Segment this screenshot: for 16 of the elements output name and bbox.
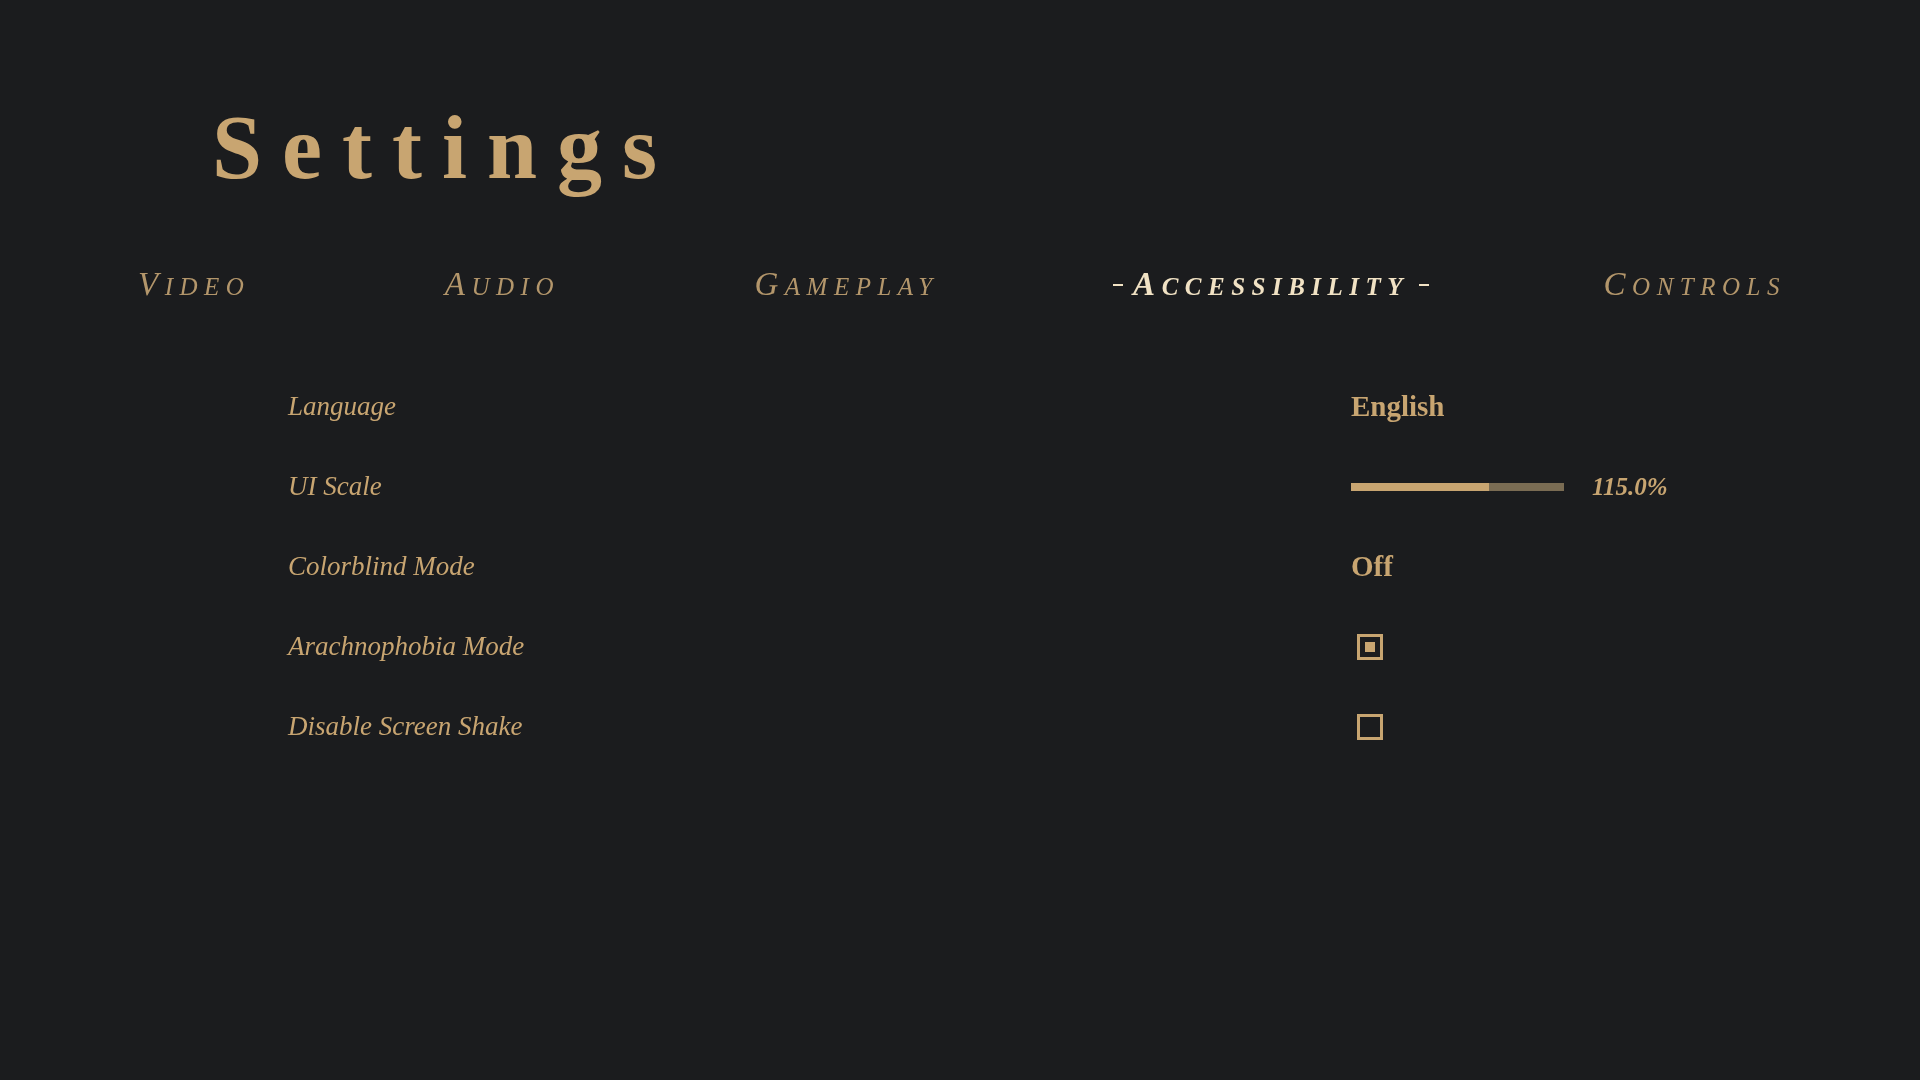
option-value[interactable]: English	[1351, 390, 1445, 424]
settings-tab[interactable]: VIDEO	[116, 261, 273, 309]
settings-tab[interactable]: AUDIO	[422, 261, 582, 309]
page-title: Settings	[212, 98, 678, 197]
setting-label: Colorblind Mode	[288, 551, 475, 583]
settings-tab[interactable]: CONTROLS	[1581, 261, 1808, 309]
setting-label: Language	[288, 391, 396, 423]
setting-label: UI Scale	[288, 471, 382, 503]
slider-track[interactable]	[1351, 482, 1564, 491]
slider-reading: 115.0%	[1592, 472, 1668, 501]
setting-label: Arachnophobia Mode	[288, 631, 525, 663]
checkbox[interactable]	[1357, 713, 1383, 740]
option-value[interactable]: Off	[1351, 550, 1393, 584]
checkbox[interactable]	[1357, 633, 1383, 660]
setting-label: Disable Screen Shake	[288, 711, 523, 743]
settings-tab[interactable]: GAMEPLAY	[732, 261, 961, 309]
